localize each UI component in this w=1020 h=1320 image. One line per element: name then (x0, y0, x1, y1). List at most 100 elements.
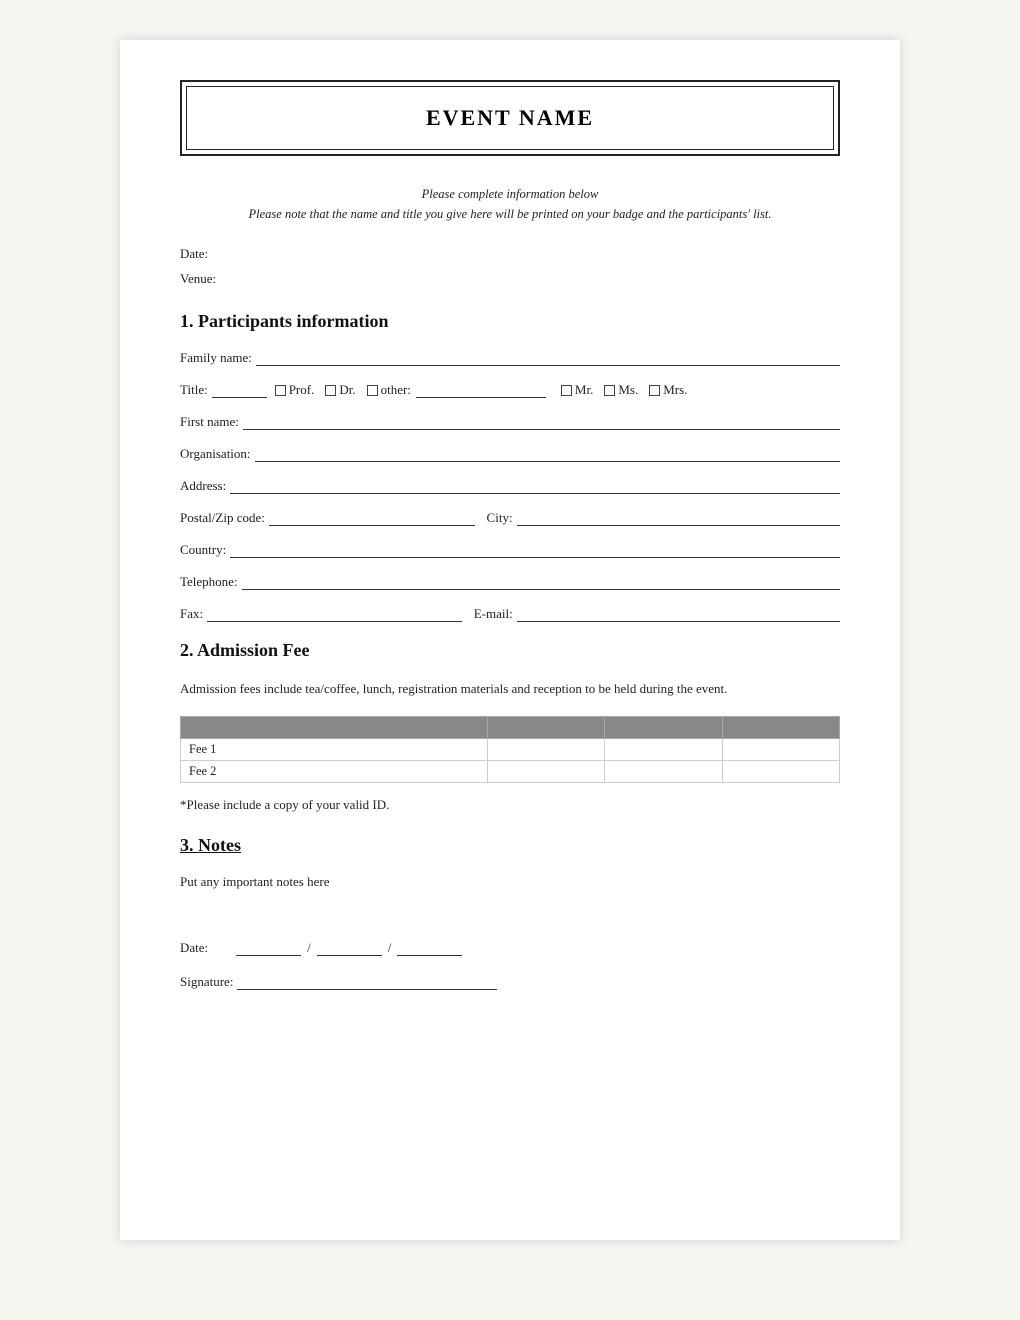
slash1: / (307, 940, 311, 956)
section1-heading: 1. Participants information (180, 311, 840, 332)
signature-row: Signature: (180, 974, 840, 990)
telephone-label: Telephone: (180, 574, 238, 590)
mrs-checkbox-item: Mrs. (649, 382, 687, 398)
family-name-row: Family name: (180, 350, 840, 366)
first-name-input[interactable] (243, 414, 840, 430)
ms-label: Ms. (618, 382, 638, 398)
mrs-label: Mrs. (663, 382, 687, 398)
email-input[interactable] (517, 606, 840, 622)
fee1-col2 (487, 739, 604, 761)
fee2-col2 (487, 761, 604, 783)
ms-checkbox-item: Ms. (604, 382, 638, 398)
mrs-checkbox[interactable] (649, 385, 660, 396)
date-year-input[interactable] (397, 940, 462, 956)
mr-checkbox[interactable] (561, 385, 572, 396)
date-day-input[interactable] (236, 940, 301, 956)
organisation-label: Organisation: (180, 446, 251, 462)
other-checkbox-item: other: (367, 382, 411, 398)
city-label: City: (487, 510, 513, 526)
family-name-label: Family name: (180, 350, 252, 366)
section3-heading: 3. Notes (180, 835, 840, 856)
slash2: / (388, 940, 392, 956)
ms-checkbox[interactable] (604, 385, 615, 396)
event-title: EVENT NAME (426, 105, 594, 130)
signature-input[interactable] (237, 974, 497, 990)
fax-email-row: Fax: E-mail: (180, 606, 840, 622)
instructions: Please complete information below Please… (180, 184, 840, 224)
address-label: Address: (180, 478, 226, 494)
date-label: Date: (180, 242, 840, 267)
fee2-col3 (605, 761, 722, 783)
fee-table: Fee 1 Fee 2 (180, 716, 840, 783)
dr-label: Dr. (339, 382, 355, 398)
fee-table-header-row (181, 717, 840, 739)
postal-label: Postal/Zip code: (180, 510, 265, 526)
organisation-input[interactable] (255, 446, 840, 462)
prof-checkbox[interactable] (275, 385, 286, 396)
country-input[interactable] (230, 542, 840, 558)
fee1-col4 (722, 739, 839, 761)
first-name-row: First name: (180, 414, 840, 430)
fee1-label: Fee 1 (181, 739, 488, 761)
title-label: Title: (180, 382, 208, 398)
dr-checkbox-item: Dr. (325, 382, 355, 398)
date-row: Date: / / (180, 940, 840, 956)
signature-area: Date: / / Signature: (180, 940, 840, 990)
valid-id-note: *Please include a copy of your valid ID. (180, 797, 840, 813)
telephone-input[interactable] (242, 574, 840, 590)
fee-table-body: Fee 1 Fee 2 (181, 739, 840, 783)
instruction-line1: Please complete information below (180, 184, 840, 204)
other-checkbox[interactable] (367, 385, 378, 396)
fee-col-1 (181, 717, 488, 739)
fee-col-3 (605, 717, 722, 739)
address-row: Address: (180, 478, 840, 494)
admission-text: Admission fees include tea/coffee, lunch… (180, 679, 840, 700)
fax-part: Fax: (180, 606, 462, 622)
telephone-row: Telephone: (180, 574, 840, 590)
postal-input[interactable] (269, 510, 475, 526)
table-row: Fee 2 (181, 761, 840, 783)
prof-label: Prof. (289, 382, 315, 398)
country-label: Country: (180, 542, 226, 558)
date-venue: Date: Venue: (180, 242, 840, 291)
title-checkboxes: Prof. Dr. other: Mr. Ms. Mrs. (275, 382, 688, 398)
dr-checkbox[interactable] (325, 385, 336, 396)
postal-part: Postal/Zip code: (180, 510, 475, 526)
fee-table-header (181, 717, 840, 739)
organisation-row: Organisation: (180, 446, 840, 462)
table-row: Fee 1 (181, 739, 840, 761)
date-line-row: Date: / / (180, 940, 840, 956)
title-input[interactable] (212, 382, 267, 398)
city-part: City: (487, 510, 840, 526)
notes-content: Put any important notes here (180, 874, 840, 890)
footer-date-label: Date: (180, 940, 208, 956)
fee-col-2 (487, 717, 604, 739)
fee-col-4 (722, 717, 839, 739)
signature-label: Signature: (180, 974, 233, 990)
fax-input[interactable] (207, 606, 462, 622)
page: EVENT NAME Please complete information b… (120, 40, 900, 1240)
header-box: EVENT NAME (180, 80, 840, 156)
section2-heading: 2. Admission Fee (180, 640, 840, 661)
prof-checkbox-item: Prof. (275, 382, 315, 398)
venue-label: Venue: (180, 267, 840, 292)
date-month-input[interactable] (317, 940, 382, 956)
other-input[interactable] (416, 382, 546, 398)
country-row: Country: (180, 542, 840, 558)
fee2-label: Fee 2 (181, 761, 488, 783)
address-input[interactable] (230, 478, 840, 494)
instruction-line2: Please note that the name and title you … (180, 204, 840, 224)
header-box-inner: EVENT NAME (186, 86, 834, 150)
title-row: Title: Prof. Dr. other: Mr. Ms. (180, 382, 840, 398)
mr-checkbox-item: Mr. (561, 382, 593, 398)
fee2-col4 (722, 761, 839, 783)
first-name-label: First name: (180, 414, 239, 430)
fax-label: Fax: (180, 606, 203, 622)
other-label: other: (381, 382, 411, 398)
family-name-input[interactable] (256, 350, 840, 366)
postal-city-row: Postal/Zip code: City: (180, 510, 840, 526)
city-input[interactable] (517, 510, 840, 526)
email-part: E-mail: (474, 606, 840, 622)
fee1-col3 (605, 739, 722, 761)
mr-label: Mr. (575, 382, 593, 398)
